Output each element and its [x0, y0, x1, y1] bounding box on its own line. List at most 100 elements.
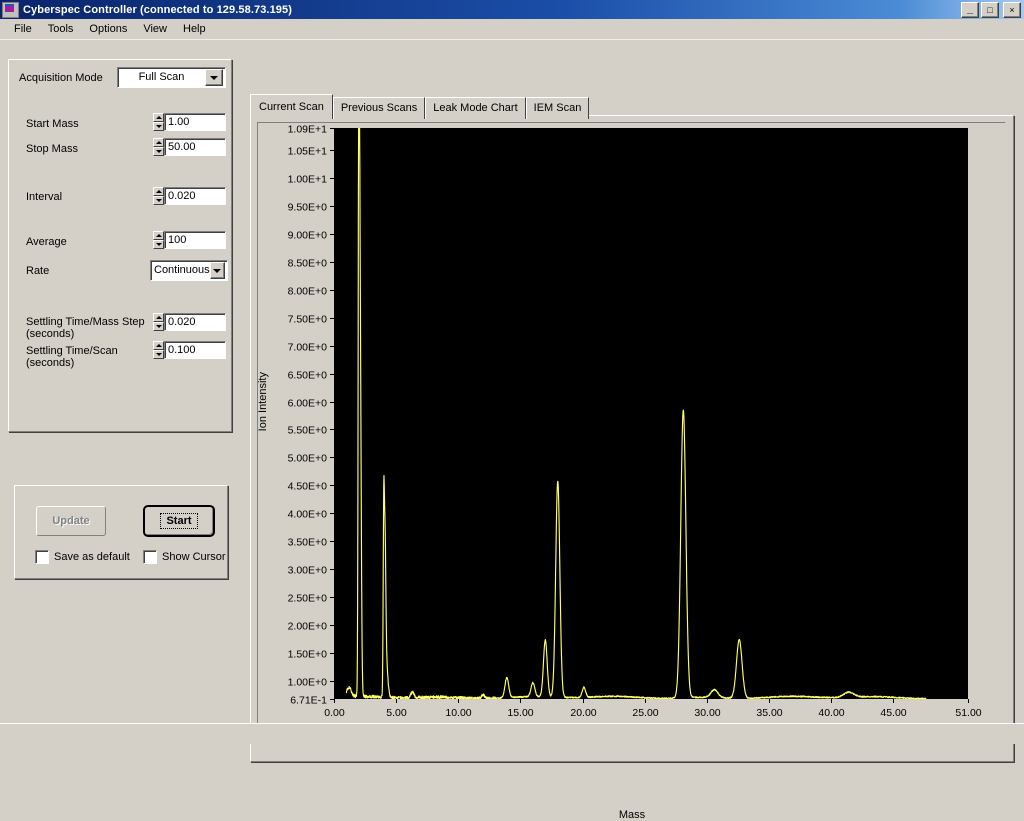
- settling-scan-label: Settling Time/Scan: [26, 345, 118, 357]
- svg-text:2.50E+0: 2.50E+0: [288, 593, 328, 605]
- minimize-button[interactable]: _: [961, 2, 979, 18]
- checkbox-box[interactable]: [35, 550, 49, 564]
- rate-value: Continuous: [151, 264, 210, 277]
- svg-text:25.00: 25.00: [632, 707, 658, 719]
- menu-item-file[interactable]: File: [6, 21, 40, 37]
- chart-panel: 6.71E-11.00E+01.50E+02.00E+02.50E+03.00E…: [250, 115, 1014, 762]
- svg-text:1.00E+0: 1.00E+0: [288, 677, 328, 689]
- spinner-down-icon[interactable]: [153, 322, 164, 331]
- window-title: Cyberspec Controller (connected to 129.5…: [23, 4, 292, 16]
- mass-spectrum-plot[interactable]: 6.71E-11.00E+01.50E+02.00E+02.50E+03.00E…: [258, 123, 1006, 741]
- spinner-down-icon[interactable]: [153, 240, 164, 249]
- svg-text:8.50E+0: 8.50E+0: [288, 258, 328, 270]
- start-mass-stepper[interactable]: 1.00: [153, 113, 226, 131]
- svg-text:45.00: 45.00: [880, 707, 906, 719]
- svg-text:40.00: 40.00: [818, 707, 844, 719]
- settling-scan-stepper[interactable]: 0.100: [153, 341, 226, 359]
- interval-label: Interval: [26, 191, 62, 203]
- settling-mass-step-stepper[interactable]: 0.020: [153, 313, 226, 331]
- svg-text:1.05E+1: 1.05E+1: [288, 146, 328, 158]
- rate-select[interactable]: Continuous: [150, 260, 228, 281]
- svg-text:35.00: 35.00: [756, 707, 782, 719]
- show-cursor-label: Show Cursor: [162, 551, 226, 563]
- start-mass-spinner[interactable]: [153, 113, 164, 131]
- stop-mass-label: Stop Mass: [26, 143, 78, 155]
- chevron-down-icon[interactable]: [210, 262, 225, 279]
- menu-item-help[interactable]: Help: [175, 21, 214, 37]
- spinner-down-icon[interactable]: [153, 147, 164, 156]
- rate-label: Rate: [26, 265, 49, 277]
- menu-item-tools[interactable]: Tools: [40, 21, 82, 37]
- spinner-up-icon[interactable]: [153, 341, 164, 350]
- tab-leak-mode-chart[interactable]: Leak Mode Chart: [425, 97, 525, 119]
- maximize-button[interactable]: □: [981, 2, 999, 18]
- interval-spinner[interactable]: [153, 187, 164, 205]
- svg-text:3.50E+0: 3.50E+0: [288, 537, 328, 549]
- average-label: Average: [26, 236, 67, 248]
- settling-scan-input[interactable]: 0.100: [164, 341, 226, 359]
- spinner-down-icon[interactable]: [153, 122, 164, 131]
- tab-previous-scans[interactable]: Previous Scans: [333, 97, 425, 119]
- settling-mass-step-input[interactable]: 0.020: [164, 313, 226, 331]
- start-mass-label: Start Mass: [26, 118, 79, 130]
- interval-input[interactable]: 0.020: [164, 187, 226, 205]
- spinner-down-icon[interactable]: [153, 196, 164, 205]
- svg-text:6.71E-1: 6.71E-1: [290, 695, 327, 707]
- svg-text:3.00E+0: 3.00E+0: [288, 565, 328, 577]
- show-cursor-checkbox[interactable]: Show Cursor: [143, 550, 226, 564]
- stop-mass-input[interactable]: 50.00: [164, 138, 226, 156]
- average-input[interactable]: 100: [164, 231, 226, 249]
- start-mass-input[interactable]: 1.00: [164, 113, 226, 131]
- settling-scan-spinner[interactable]: [153, 341, 164, 359]
- spinner-up-icon[interactable]: [153, 187, 164, 196]
- svg-text:9.50E+0: 9.50E+0: [288, 202, 328, 214]
- svg-text:5.50E+0: 5.50E+0: [288, 425, 328, 437]
- menu-item-view[interactable]: View: [135, 21, 175, 37]
- spinner-up-icon[interactable]: [153, 113, 164, 122]
- save-as-default-label: Save as default: [54, 551, 130, 563]
- acquisition-settings-panel: Acquisition Mode Full Scan Start Mass 1.…: [8, 59, 232, 432]
- spinner-up-icon[interactable]: [153, 231, 164, 240]
- acquisition-mode-label: Acquisition Mode: [19, 72, 103, 84]
- actions-panel: Update Start Save as default Show Cursor: [14, 485, 228, 579]
- tab-iem-scan[interactable]: IEM Scan: [526, 97, 590, 119]
- x-axis-label: Mass: [251, 809, 1013, 821]
- window-controls: _ □ ×: [961, 2, 1021, 18]
- chevron-down-icon[interactable]: [205, 69, 223, 86]
- average-spinner[interactable]: [153, 231, 164, 249]
- y-axis-label: Ion Intensity: [257, 372, 269, 431]
- checkbox-box[interactable]: [143, 550, 157, 564]
- svg-text:7.50E+0: 7.50E+0: [288, 314, 328, 326]
- close-icon: ×: [1004, 3, 1020, 17]
- status-bar: [0, 723, 1024, 744]
- tab-current-scan[interactable]: Current Scan: [250, 94, 333, 119]
- window-title-bar[interactable]: Cyberspec Controller (connected to 129.5…: [0, 0, 1024, 19]
- svg-text:6.50E+0: 6.50E+0: [288, 370, 328, 382]
- chart-inner-frame: 6.71E-11.00E+01.50E+02.00E+02.50E+03.00E…: [257, 122, 1006, 736]
- interval-stepper[interactable]: 0.020: [153, 187, 226, 205]
- settling-scan-units: (seconds): [26, 357, 74, 369]
- start-button-label: Start: [160, 513, 197, 529]
- spinner-down-icon[interactable]: [153, 350, 164, 359]
- svg-text:9.00E+0: 9.00E+0: [288, 230, 328, 242]
- spinner-up-icon[interactable]: [153, 138, 164, 147]
- svg-text:4.00E+0: 4.00E+0: [288, 509, 328, 521]
- settling-mass-step-units: (seconds): [26, 328, 74, 340]
- update-button[interactable]: Update: [36, 506, 106, 536]
- stop-mass-stepper[interactable]: 50.00: [153, 138, 226, 156]
- save-as-default-checkbox[interactable]: Save as default: [35, 550, 130, 564]
- settling-mass-spinner[interactable]: [153, 313, 164, 331]
- close-button[interactable]: ×: [1003, 2, 1021, 18]
- spinner-up-icon[interactable]: [153, 313, 164, 322]
- average-stepper[interactable]: 100: [153, 231, 226, 249]
- svg-text:1.09E+1: 1.09E+1: [288, 124, 328, 136]
- acquisition-mode-select[interactable]: Full Scan: [117, 67, 226, 88]
- minimize-icon: _: [962, 3, 978, 17]
- menu-item-options[interactable]: Options: [81, 21, 135, 37]
- maximize-icon: □: [982, 3, 998, 17]
- svg-text:7.00E+0: 7.00E+0: [288, 342, 328, 354]
- stop-mass-spinner[interactable]: [153, 138, 164, 156]
- main-content: Acquisition Mode Full Scan Start Mass 1.…: [0, 42, 1024, 747]
- start-button[interactable]: Start: [143, 505, 215, 537]
- svg-text:20.00: 20.00: [570, 707, 596, 719]
